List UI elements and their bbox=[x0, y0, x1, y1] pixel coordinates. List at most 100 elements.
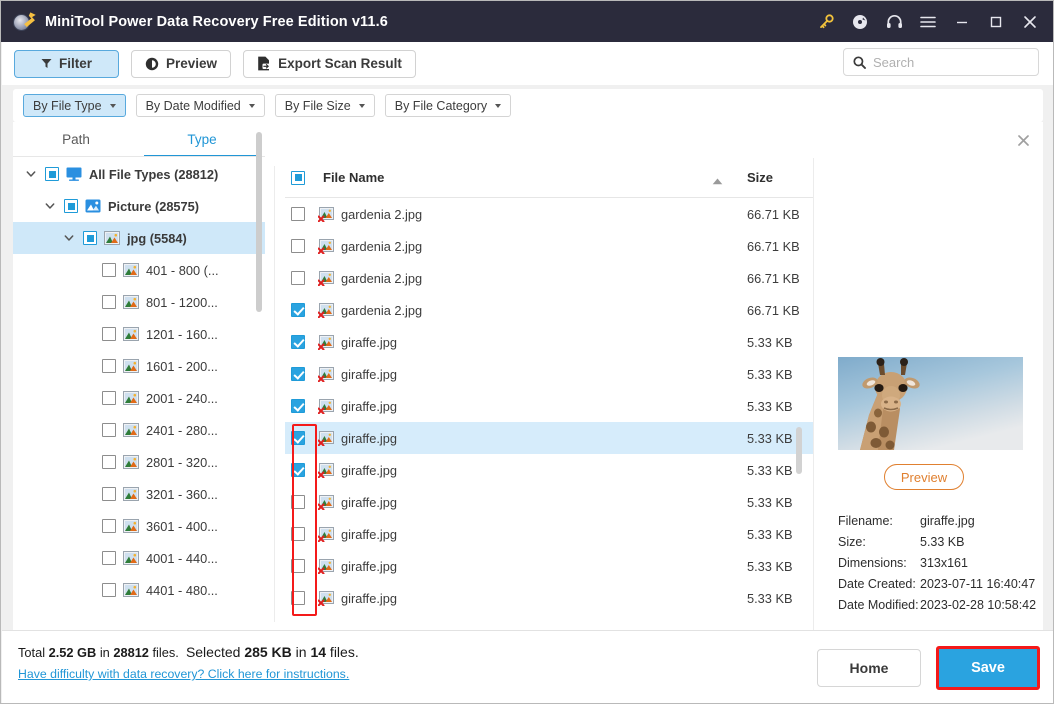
tree-node-label: 2001 - 240... bbox=[146, 390, 218, 406]
chevron-down-icon[interactable] bbox=[61, 230, 77, 246]
row-checkbox[interactable] bbox=[291, 303, 305, 317]
row-checkbox[interactable] bbox=[291, 495, 305, 509]
search-input[interactable] bbox=[873, 54, 1023, 70]
jpg-file-icon bbox=[123, 519, 139, 533]
column-header-size[interactable]: Size bbox=[747, 170, 773, 185]
filter-chip-label-3: By File Category bbox=[394, 98, 488, 113]
row-checkbox[interactable] bbox=[291, 431, 305, 445]
table-row[interactable]: giraffe.jpg5.33 KB2023-03-17 14:51:...20… bbox=[285, 550, 813, 582]
home-button[interactable]: Home bbox=[817, 649, 921, 687]
tree-node[interactable]: Picture (28575) bbox=[13, 190, 265, 222]
filter-chip-2[interactable]: By File Size bbox=[274, 94, 375, 117]
row-checkbox[interactable] bbox=[291, 591, 305, 605]
search-box[interactable] bbox=[843, 48, 1039, 76]
tree-node[interactable]: 1201 - 160... bbox=[13, 318, 265, 350]
tab-path[interactable]: Path bbox=[13, 122, 139, 157]
tree-node-checkbox[interactable] bbox=[45, 167, 59, 181]
jpg-file-icon bbox=[104, 231, 120, 245]
filter-chip-0[interactable]: By File Type bbox=[23, 94, 126, 117]
table-row[interactable]: giraffe.jpg5.33 KB2023-05-19 10:18:...20… bbox=[285, 486, 813, 518]
tree-node-checkbox[interactable] bbox=[102, 583, 116, 597]
filter-chip-1[interactable]: By Date Modified bbox=[135, 94, 265, 117]
table-row[interactable]: gardenia 2.jpg66.71 KB2023-07-11 16:40:4… bbox=[285, 230, 813, 262]
preview-image-button[interactable]: Preview bbox=[884, 464, 964, 490]
cell-file-name: giraffe.jpg bbox=[341, 430, 397, 446]
tree-node[interactable]: 3601 - 400... bbox=[13, 510, 265, 542]
row-checkbox[interactable] bbox=[291, 559, 305, 573]
disc-icon[interactable] bbox=[843, 1, 877, 42]
tree-node-checkbox[interactable] bbox=[102, 487, 116, 501]
tree-node[interactable]: 4001 - 440... bbox=[13, 542, 265, 574]
sort-ascending-icon[interactable] bbox=[712, 173, 723, 188]
tree-node-checkbox[interactable] bbox=[102, 519, 116, 533]
table-row[interactable]: giraffe.jpg5.33 KB2023-03-17 14:51:...20… bbox=[285, 326, 813, 358]
row-checkbox[interactable] bbox=[291, 271, 305, 285]
table-row[interactable]: giraffe.jpg5.33 KB2023-05-19 10:18:2023- bbox=[285, 582, 813, 614]
filter-button[interactable]: Filter bbox=[14, 49, 120, 78]
export-scan-result-button[interactable]: Export Scan Result bbox=[243, 49, 416, 78]
row-checkbox[interactable] bbox=[291, 399, 305, 413]
tree-node-checkbox[interactable] bbox=[102, 551, 116, 565]
menu-icon[interactable] bbox=[911, 1, 945, 42]
table-row[interactable]: giraffe.jpg5.33 KB2023-03-17 14:51:...20… bbox=[285, 390, 813, 422]
row-checkbox[interactable] bbox=[291, 239, 305, 253]
tree-node-checkbox[interactable] bbox=[83, 231, 97, 245]
tree-node[interactable]: 2801 - 320... bbox=[13, 446, 265, 478]
minimize-button[interactable] bbox=[945, 1, 979, 42]
table-row[interactable]: giraffe.jpg5.33 KB2023-07-14 13:59:...20… bbox=[285, 518, 813, 550]
filter-chip-3[interactable]: By File Category bbox=[384, 94, 512, 117]
filter-button-label: Filter bbox=[59, 56, 93, 71]
file-type-tree[interactable]: All File Types (28812) Picture (28575) jpg… bbox=[13, 158, 265, 630]
row-checkbox[interactable] bbox=[291, 463, 305, 477]
row-checkbox[interactable] bbox=[291, 367, 305, 381]
tree-node[interactable]: 401 - 800 (... bbox=[13, 254, 265, 286]
tree-node[interactable]: 2001 - 240... bbox=[13, 382, 265, 414]
help-link[interactable]: Have difficulty with data recovery? Clic… bbox=[18, 667, 349, 681]
row-checkbox[interactable] bbox=[291, 335, 305, 349]
key-icon[interactable] bbox=[809, 1, 843, 42]
tree-node-checkbox[interactable] bbox=[64, 199, 78, 213]
cell-size: 5.33 KB bbox=[747, 430, 793, 446]
tree-node[interactable]: All File Types (28812) bbox=[13, 158, 265, 190]
jpg-file-icon bbox=[317, 238, 335, 254]
close-button[interactable] bbox=[1013, 1, 1047, 42]
close-preview-icon[interactable] bbox=[1015, 132, 1031, 148]
row-checkbox[interactable] bbox=[291, 527, 305, 541]
tree-node[interactable]: 3201 - 360... bbox=[13, 478, 265, 510]
chevron-down-icon[interactable] bbox=[42, 198, 58, 214]
tree-scrollbar[interactable] bbox=[256, 132, 262, 312]
table-row[interactable]: gardenia 2.jpg66.71 KB2023-07-14 13:59:.… bbox=[285, 294, 813, 326]
tree-node-checkbox[interactable] bbox=[102, 359, 116, 373]
tree-node[interactable]: 4401 - 480... bbox=[13, 574, 265, 606]
chevron-down-icon[interactable] bbox=[23, 166, 39, 182]
tree-node-checkbox[interactable] bbox=[102, 455, 116, 469]
save-button[interactable]: Save bbox=[939, 649, 1037, 687]
preview-button[interactable]: Preview bbox=[131, 49, 232, 78]
table-row[interactable]: giraffe.jpg5.33 KB2023-03-28 11:24:53202… bbox=[285, 454, 813, 486]
tree-node-checkbox[interactable] bbox=[102, 327, 116, 341]
tree-node[interactable]: 801 - 1200... bbox=[13, 286, 265, 318]
tree-node-checkbox[interactable] bbox=[102, 263, 116, 277]
table-row[interactable]: gardenia 2.jpg66.71 KB2023-07-11 16:40:4… bbox=[285, 198, 813, 230]
row-checkbox[interactable] bbox=[291, 207, 305, 221]
column-header-file-name[interactable]: File Name bbox=[323, 170, 384, 185]
table-row[interactable]: giraffe.jpg5.33 KB2023-07-11 16:40:40202… bbox=[285, 358, 813, 390]
tab-type[interactable]: Type bbox=[139, 122, 265, 157]
total-suffix: files. bbox=[148, 645, 179, 660]
tree-node-label: 2801 - 320... bbox=[146, 454, 218, 470]
table-row[interactable]: giraffe.jpg5.33 KB2023-07-11 16:40:47202… bbox=[285, 422, 813, 454]
maximize-button[interactable] bbox=[979, 1, 1013, 42]
tree-node-checkbox[interactable] bbox=[102, 423, 116, 437]
select-all-checkbox[interactable] bbox=[291, 170, 305, 185]
tree-node-checkbox[interactable] bbox=[102, 295, 116, 309]
jpg-file-icon bbox=[317, 430, 335, 446]
file-list-scrollbar[interactable] bbox=[796, 427, 802, 474]
headset-icon[interactable] bbox=[877, 1, 911, 42]
tree-node[interactable]: 2401 - 280... bbox=[13, 414, 265, 446]
table-row[interactable]: gardenia 2.jpg66.71 KB2023-05-19 10:18:.… bbox=[285, 262, 813, 294]
tree-node[interactable]: 1601 - 200... bbox=[13, 350, 265, 382]
tree-node-checkbox[interactable] bbox=[102, 391, 116, 405]
cell-file-name: giraffe.jpg bbox=[341, 398, 397, 414]
tree-node-label: 401 - 800 (... bbox=[146, 262, 219, 278]
tree-node[interactable]: jpg (5584) bbox=[13, 222, 265, 254]
